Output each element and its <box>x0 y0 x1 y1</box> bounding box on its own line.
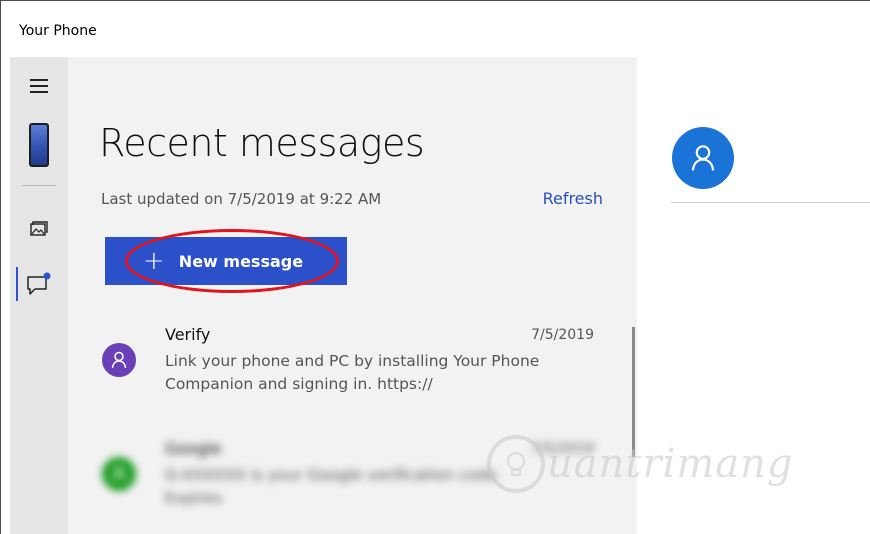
list-item[interactable]: Google 7/5/2019 G-XXXXXX is your Google … <box>68 437 628 527</box>
last-updated-text: Last updated on 7/5/2019 at 9:22 AM <box>101 190 382 208</box>
messages-nav-button[interactable] <box>10 269 68 299</box>
messages-pane: Recent messages Last updated on 7/5/2019… <box>68 57 637 534</box>
message-sender: Verify <box>165 325 211 344</box>
message-date: 7/5/2019 <box>531 441 594 457</box>
scrollbar[interactable] <box>632 327 635 457</box>
hamburger-button[interactable] <box>10 71 68 101</box>
list-item[interactable]: Verify 7/5/2019 Link your phone and PC b… <box>68 323 628 413</box>
message-preview: Link your phone and PC by installing You… <box>165 352 540 393</box>
hamburger-icon <box>30 79 48 93</box>
person-icon <box>691 145 715 171</box>
app-window: Your Phone Recent messages Last updated … <box>0 0 870 534</box>
refresh-link[interactable]: Refresh <box>543 189 603 208</box>
new-message-button[interactable]: + New message <box>105 237 347 285</box>
phone-icon <box>29 123 49 167</box>
person-icon <box>111 351 127 369</box>
message-date: 7/5/2019 <box>531 327 594 343</box>
detail-divider <box>671 202 870 203</box>
contact-avatar <box>672 127 734 189</box>
avatar <box>102 343 136 377</box>
message-preview: G-XXXXXX is your Google verification cod… <box>165 466 502 507</box>
new-message-label: New message <box>178 251 304 271</box>
message-sender: Google <box>165 439 222 458</box>
messages-icon <box>27 272 51 295</box>
page-title: Recent messages <box>99 121 425 165</box>
app-title: Your Phone <box>19 23 97 39</box>
rail-divider <box>22 185 56 186</box>
avatar <box>102 457 136 491</box>
photos-nav-button[interactable] <box>10 217 68 241</box>
photos-icon <box>30 221 48 236</box>
person-icon <box>111 465 127 483</box>
nav-rail <box>10 57 68 534</box>
phone-nav-button[interactable] <box>10 117 68 173</box>
plus-icon: + <box>143 246 165 276</box>
title-bar: Your Phone <box>1 1 870 57</box>
